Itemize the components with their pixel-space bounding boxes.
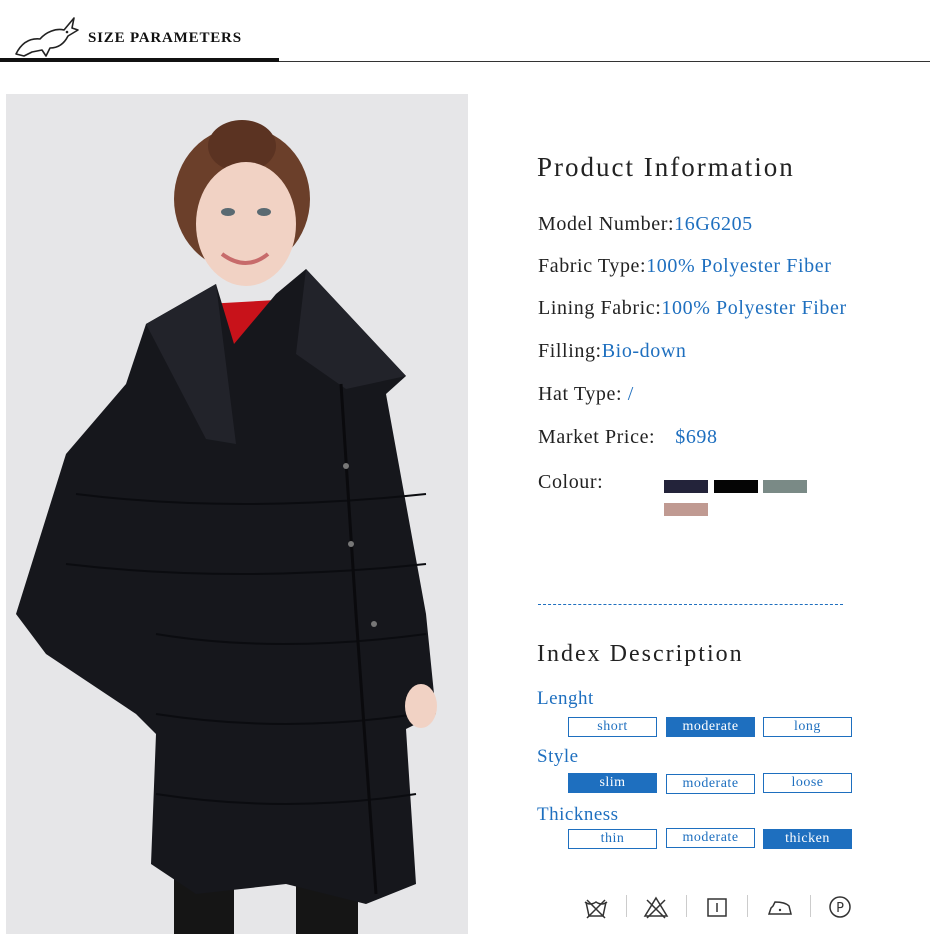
no-hand-wash-icon — [584, 899, 608, 919]
colour-label: Colour: — [538, 471, 604, 493]
section-divider — [538, 604, 843, 605]
care-separator — [686, 895, 687, 917]
length-option-moderate[interactable]: moderate — [666, 717, 755, 737]
style-option-slim[interactable]: slim — [568, 773, 657, 793]
filling-value: Bio-down — [601, 340, 687, 362]
no-bleach-icon — [643, 896, 669, 919]
svg-text:P: P — [836, 901, 844, 916]
fabric-type-row: Fabric Type:100% Polyester Fiber — [538, 255, 832, 278]
style-option-loose[interactable]: loose — [763, 773, 852, 793]
dry-clean-p-icon: P — [829, 896, 851, 918]
ironing-icon — [767, 901, 792, 915]
model-number-label: Model Number: — [538, 213, 675, 235]
market-price-label: Market Price: — [538, 426, 656, 448]
lining-fabric-row: Lining Fabric:100% Polyester Fiber — [538, 297, 847, 320]
style-label: Style — [537, 746, 579, 767]
hat-type-value: / — [627, 383, 634, 405]
header-accent-bar — [0, 58, 279, 62]
colour-swatch-grey-green[interactable] — [763, 480, 807, 493]
page-header: SIZE PARAMETERS — [0, 0, 930, 62]
filling-label: Filling: — [538, 340, 602, 362]
colour-swatch-navy[interactable] — [664, 480, 708, 493]
header-title: SIZE PARAMETERS — [88, 30, 242, 46]
model-number-row: Model Number:16G6205 — [538, 213, 753, 236]
length-label: Lenght — [537, 688, 594, 709]
filling-row: Filling:Bio-down — [538, 340, 687, 363]
product-info-title: Product Information — [537, 152, 795, 182]
care-separator — [747, 895, 748, 917]
care-separator — [626, 895, 627, 917]
care-separator — [810, 895, 811, 917]
rabbit-logo-icon — [15, 17, 79, 57]
thickness-option-moderate[interactable]: moderate — [666, 828, 755, 848]
hat-type-row: Hat Type: / — [538, 383, 634, 406]
fabric-type-label: Fabric Type: — [538, 255, 647, 277]
length-option-short[interactable]: short — [568, 717, 657, 737]
fabric-type-value: 100% Polyester Fiber — [646, 255, 832, 277]
style-option-moderate[interactable]: moderate — [666, 774, 755, 794]
thickness-label: Thickness — [537, 804, 619, 825]
model-in-coat-image — [6, 94, 468, 934]
thickness-option-thicken[interactable]: thicken — [763, 829, 852, 849]
market-price-row: Market Price: $698 — [538, 426, 718, 449]
thickness-option-thin[interactable]: thin — [568, 829, 657, 849]
market-price-value: $698 — [675, 426, 718, 448]
lining-fabric-value: 100% Polyester Fiber — [661, 297, 847, 319]
index-description-title: Index Description — [537, 641, 744, 667]
hat-type-label: Hat Type: — [538, 383, 628, 405]
colour-swatch-pink[interactable] — [664, 503, 708, 516]
model-number-value: 16G6205 — [674, 213, 753, 235]
product-photo — [6, 94, 468, 934]
length-option-long[interactable]: long — [763, 717, 852, 737]
lining-fabric-label: Lining Fabric: — [538, 297, 662, 319]
tumble-dry-icon — [707, 898, 727, 917]
colour-swatch-black[interactable] — [714, 480, 758, 493]
